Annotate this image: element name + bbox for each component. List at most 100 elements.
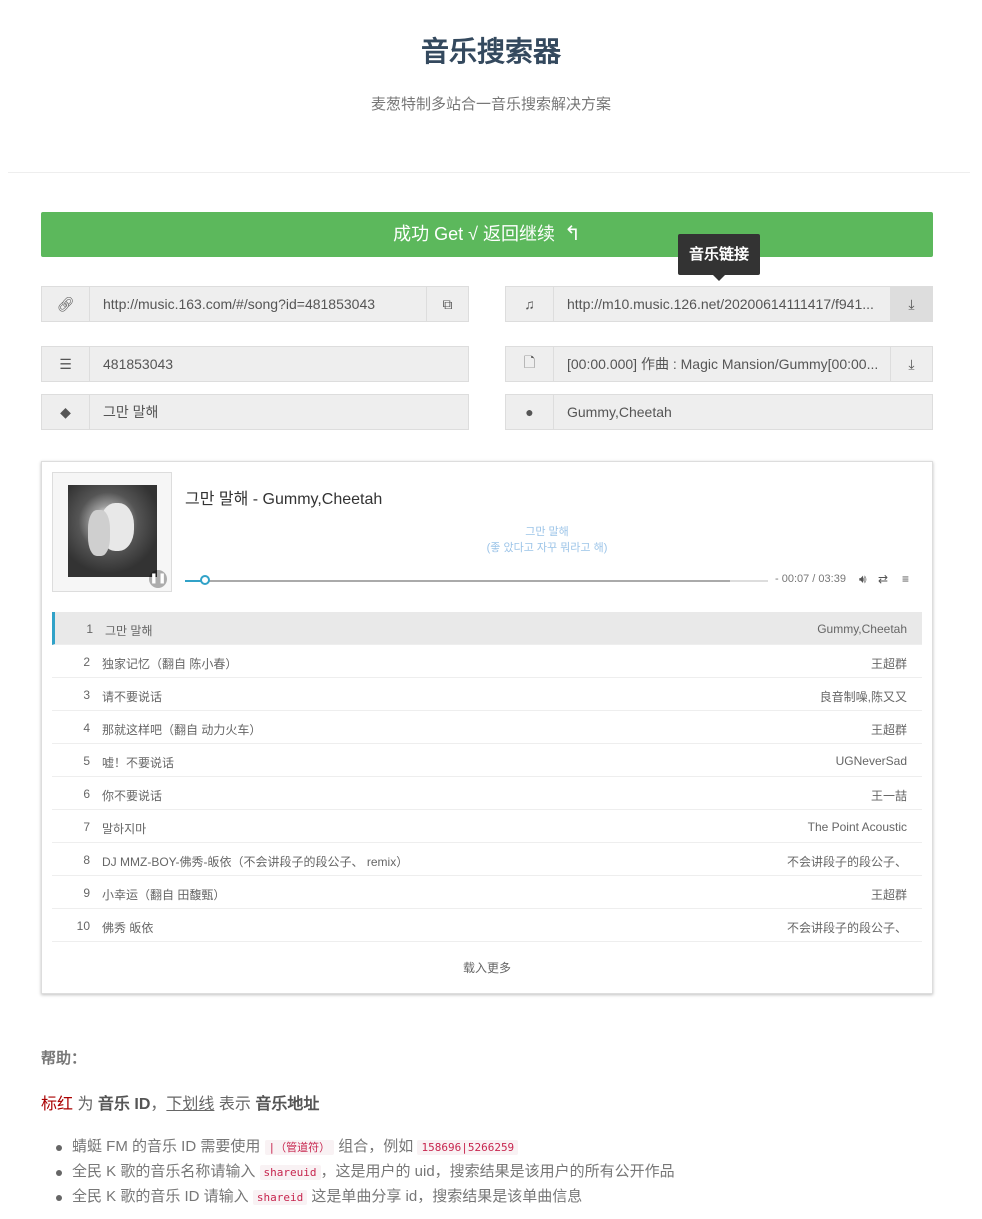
track-number: 2 [83,655,90,669]
playlist-row[interactable]: 10 佛秀 皈依 不会讲段子的段公子、 [52,909,922,942]
external-link-icon: ⧉ [442,295,453,312]
playlist-row[interactable]: 2 独家记忆（翻自 陈小春） 王超群 [52,645,922,678]
lyric-input[interactable]: [00:00.000] 作曲 : Magic Mansion/Gummy[00:… [554,347,890,381]
track-number: 7 [83,820,90,834]
track-artist: The Point Acoustic [807,820,907,834]
track-artist: 王超群 [870,657,907,671]
playlist-menu-icon[interactable]: ≡ [902,572,909,586]
download-icon: ⤓ [908,295,915,312]
page-title: 音乐搜索器 [420,36,561,67]
track-number: 6 [83,787,90,801]
help-item-kge-id: 全民 K 歌的音乐 ID 请输入 shareid 这是单曲分享 id，搜索结果是… [54,1186,954,1211]
music-id-field: ☰ 481853043 [41,346,469,382]
track-name: 嘘！不要说话 [102,756,175,770]
track-artist: 王超群 [870,888,907,902]
playlist-row[interactable]: 9 小幸运（翻自 田馥甄） 王超群 [52,876,922,909]
song-name-field: ◆ 그만 말해 [41,394,469,430]
load-more-button[interactable]: 载入更多 [42,959,932,976]
track-number: 4 [83,721,90,735]
pause-icon[interactable]: ❚❚ [149,570,167,588]
playlist-row[interactable]: 4 那就这样吧（翻自 动力火车） 王超群 [52,711,922,744]
artist-field: ● Gummy,Cheetah [505,394,933,430]
song-page-url-input[interactable]: http://music.163.com/#/song?id=481853043 [90,287,426,321]
track-artist: 不会讲段子的段公子、 [786,921,907,935]
user-icon: ● [506,395,554,429]
track-name: 小幸运（翻自 田馥甄） [102,888,226,902]
lyric-field: 🗋 [00:00.000] 作曲 : Magic Mansion/Gummy[0… [505,346,933,382]
page-subtitle: 麦葱特制多站合一音乐搜索解决方案 [370,96,611,113]
track-artist: 良音制噪,陈又又 [819,690,907,704]
track-artist: 不会讲段子的段公子、 [786,855,907,869]
link-icon: 🔗︎ [42,287,90,321]
playlist-row[interactable]: 6 你不要说话 王一喆 [52,777,922,810]
progress-handle[interactable] [200,575,211,585]
legend-music-url: 音乐地址 [255,1096,320,1113]
playlist-row[interactable]: 7 말하지마 The Point Acoustic [52,810,922,843]
open-external-button[interactable]: ⧉ [426,287,468,321]
header-divider [8,172,970,173]
track-artist: 王一喆 [870,789,907,803]
track-name: 那就这样吧（翻自 动力火车） [102,723,262,737]
album-cover[interactable]: ❚❚ [52,472,172,592]
track-number: 8 [83,853,90,867]
playlist-row[interactable]: 1 그만 말해 Gummy,Cheetah [52,612,922,645]
artist-input[interactable]: Gummy,Cheetah [554,395,932,429]
help-legend: 标红 为 音乐 ID，下划线 表示 音乐地址 [41,1096,320,1113]
track-number: 10 [76,919,90,933]
progress-bar[interactable] [185,575,768,585]
help-list: 蜻蜓 FM 的音乐 ID 需要使用 |（管道符） 组合，例如 158696|52… [54,1136,954,1211]
help-item-kge-name: 全民 K 歌的音乐名称请输入 shareuid ，这是用户的 uid，搜索结果是该… [54,1161,954,1186]
playback-time: - 00:07 / 03:39 [775,573,846,585]
playlist-row[interactable]: 8 DJ MMZ-BOY-佛秀-皈依（不会讲段子的段公子、 remix） 不会讲段子… [52,843,922,876]
shareuid-code: shareuid [259,1165,321,1180]
music-url-input[interactable]: http://m10.music.126.net/20200614111417/… [554,287,890,321]
album-photo [68,485,157,577]
music-id-input[interactable]: 481853043 [90,347,468,381]
track-name: 말하지마 [102,822,147,836]
track-artist: UGNeverSad [835,754,907,768]
list-icon: ☰ [42,347,90,381]
reply-icon: ↰ [564,223,581,245]
music-url-field: ♫ http://m10.music.126.net/2020061411141… [505,286,933,322]
help-title: 帮助： [41,1050,87,1067]
pipe-code: |（管道符） [264,1140,335,1155]
success-button-label: 成功 Get √ 返回继续 [393,224,556,244]
track-name: 佛秀 皈依 [102,921,154,935]
track-name: DJ MMZ-BOY-佛秀-皈依（不会讲段子的段公子、 remix） [102,855,409,869]
track-name: 独家记忆（翻自 陈小春） [102,657,238,671]
track-artist: 王超群 [870,723,907,737]
track-number: 5 [83,754,90,768]
tag-icon: ◆ [42,395,90,429]
shareid-code: shareid [252,1190,308,1205]
track-number: 1 [86,622,93,636]
download-lyric-button[interactable]: ⤓ [890,347,932,381]
track-number: 9 [83,886,90,900]
help-item-qingting: 蜻蜓 FM 的音乐 ID 需要使用 |（管道符） 组合，例如 158696|52… [54,1136,954,1161]
track-artist: Gummy,Cheetah [817,622,907,636]
lyric-line-current: 그만 말해 [525,526,569,538]
track-number: 3 [83,688,90,702]
loop-icon[interactable]: ⇄ [878,572,888,586]
playlist-row[interactable]: 5 嘘！不要说话 UGNeverSad [52,744,922,777]
playlist: 1 그만 말해 Gummy,Cheetah 2 独家记忆（翻自 陈小春） 王超群 3 请不要说… [52,612,922,942]
music-note-icon: ♫ [506,287,554,321]
track-name: 그만 말해 [105,624,153,638]
example-code: 158696|5266259 [417,1140,519,1155]
success-return-button[interactable]: 成功 Get √ 返回继续 ↰ [41,212,933,257]
download-icon: ⤓ [908,355,915,372]
lyric-line-next: (좋 았다고 자꾸 뭐라고 해) [486,542,608,554]
player-song-title: 그만 말해 - Gummy,Cheetah [185,491,383,508]
song-page-url-field: 🔗︎ http://music.163.com/#/song?id=481853… [41,286,469,322]
track-name: 你不要说话 [102,789,163,803]
volume-icon[interactable]: 🔊︎ [859,572,867,587]
download-music-button[interactable]: ⤓ [890,287,932,321]
legend-red-label: 标红 [41,1096,74,1113]
legend-music-id: 音乐 ID [97,1096,151,1113]
music-player: ❚❚ 그만 말해 - Gummy,Cheetah 그만 말해 (좋 았다고 자꾸… [41,461,933,994]
music-link-tooltip: 音乐链接 [678,234,760,281]
song-name-input[interactable]: 그만 말해 [90,395,468,429]
track-name: 请不要说话 [102,690,163,704]
legend-underline-label: 下划线 [166,1096,215,1113]
progress-buffer [730,580,768,582]
playlist-row[interactable]: 3 请不要说话 良音制噪,陈又又 [52,678,922,711]
